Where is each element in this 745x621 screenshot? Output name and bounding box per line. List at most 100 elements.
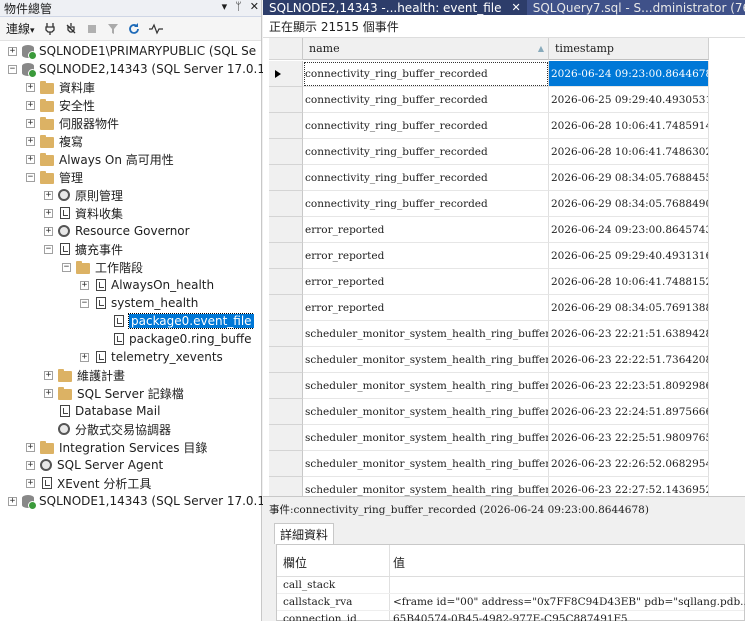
tree-node[interactable]: + 伺服器物件 xyxy=(26,114,119,132)
expand-icon[interactable]: + xyxy=(8,496,17,506)
cell-timestamp[interactable]: 2026-06-23 22:22:51.7364208 xyxy=(549,347,709,373)
row-header[interactable] xyxy=(269,87,303,113)
column-header-name[interactable]: name ▲ xyxy=(303,38,549,60)
field-column-header[interactable]: 欄位 xyxy=(283,554,307,571)
tree-node[interactable]: + 安全性 xyxy=(26,96,95,114)
expand-icon[interactable]: + xyxy=(44,370,53,380)
row-header[interactable] xyxy=(269,373,303,399)
cell-name[interactable]: connectivity_ring_buffer_recorded xyxy=(303,165,549,191)
row-header[interactable] xyxy=(269,425,303,451)
tree-node[interactable]: + SQL Server Agent xyxy=(26,456,163,474)
expand-icon[interactable]: + xyxy=(26,442,35,452)
cell-name[interactable]: error_reported xyxy=(303,217,549,243)
expand-icon[interactable]: + xyxy=(26,460,35,470)
expand-icon[interactable]: + xyxy=(80,352,89,362)
tab-details[interactable]: 詳細資料 xyxy=(274,523,335,544)
cell-name[interactable]: error_reported xyxy=(303,243,549,269)
tree-node[interactable]: Database Mail xyxy=(44,402,160,420)
tree-node[interactable]: + SQL Server 記錄檔 xyxy=(44,384,184,402)
cell-name[interactable]: scheduler_monitor_system_health_ring_buf… xyxy=(303,477,549,496)
expand-icon[interactable]: + xyxy=(44,208,53,218)
cell-timestamp[interactable]: 2026-06-23 22:25:51.9809765 xyxy=(549,425,709,451)
cell-name[interactable]: error_reported xyxy=(303,295,549,321)
cell-name[interactable]: connectivity_ring_buffer_recorded xyxy=(303,61,549,87)
collapse-icon[interactable]: − xyxy=(80,298,89,308)
detail-row[interactable]: callstack_rva <frame id="00" address="0x7… xyxy=(277,594,745,611)
tree-node[interactable]: + 原則管理 xyxy=(44,186,123,204)
cell-timestamp[interactable]: 2026-06-24 09:23:00.8644678 xyxy=(549,61,709,87)
cell-name[interactable]: scheduler_monitor_system_health_ring_buf… xyxy=(303,321,549,347)
cell-timestamp[interactable]: 2026-06-25 09:29:40.4930531 xyxy=(549,87,709,113)
tree-node[interactable]: + 維護計畫 xyxy=(44,366,125,384)
tree-node[interactable]: + 複寫 xyxy=(26,132,83,150)
expand-icon[interactable]: + xyxy=(44,226,53,236)
expand-icon[interactable]: + xyxy=(8,46,17,56)
cell-name[interactable]: connectivity_ring_buffer_recorded xyxy=(303,113,549,139)
tree-node[interactable]: + Always On 高可用性 xyxy=(26,150,174,168)
tree-node[interactable]: − 工作階段 xyxy=(62,258,143,276)
expand-icon[interactable]: + xyxy=(80,280,89,290)
tab-sqlquery7[interactable]: SQLQuery7.sql - S...dministrator (76))* xyxy=(526,0,745,15)
cell-timestamp[interactable]: 2026-06-23 22:23:51.8092986 xyxy=(549,373,709,399)
cell-timestamp[interactable]: 2026-06-24 09:23:00.8645743 xyxy=(549,217,709,243)
tree-node[interactable]: + SQLNODE1\PRIMARYPUBLIC (SQL Se xyxy=(8,42,256,60)
detail-row[interactable]: connection_id 65B40574-0B45-4982-977E-C95… xyxy=(277,611,744,621)
row-header[interactable] xyxy=(269,321,303,347)
row-header[interactable] xyxy=(269,477,303,496)
filter-icon[interactable] xyxy=(107,23,119,35)
tree-node[interactable]: + telemetry_xevents xyxy=(80,348,223,366)
tree-node[interactable]: 分散式交易協調器 xyxy=(44,420,171,438)
cell-timestamp[interactable]: 2026-06-23 22:27:52.1436952 xyxy=(549,477,709,496)
row-header[interactable] xyxy=(269,295,303,321)
cell-name[interactable]: scheduler_monitor_system_health_ring_buf… xyxy=(303,425,549,451)
expand-icon[interactable]: + xyxy=(26,82,35,92)
tree-node[interactable]: + SQLNODE1,14343 (SQL Server 17.0.1( xyxy=(8,492,270,510)
cell-timestamp[interactable]: 2026-06-29 08:34:05.7688490 xyxy=(549,191,709,217)
cell-timestamp[interactable]: 2026-06-23 22:21:51.6389428 xyxy=(549,321,709,347)
row-header[interactable] xyxy=(269,347,303,373)
row-header[interactable] xyxy=(269,217,303,243)
cell-name[interactable]: scheduler_monitor_system_health_ring_buf… xyxy=(303,347,549,373)
cell-name[interactable]: scheduler_monitor_system_health_ring_buf… xyxy=(303,451,549,477)
stop-icon[interactable] xyxy=(86,23,98,35)
connect-button[interactable]: 連線▾ xyxy=(6,20,35,37)
close-icon[interactable]: ✕ xyxy=(512,1,521,14)
tree-node[interactable]: package0.event_file xyxy=(98,312,254,330)
cell-timestamp[interactable]: 2026-06-25 09:29:40.4931316 xyxy=(549,243,709,269)
detail-row[interactable]: call_stack xyxy=(277,577,744,594)
collapse-icon[interactable]: − xyxy=(26,172,35,182)
cell-timestamp[interactable]: 2026-06-23 22:24:51.8975666 xyxy=(549,399,709,425)
expand-icon[interactable]: + xyxy=(26,478,35,488)
cell-name[interactable]: connectivity_ring_buffer_recorded xyxy=(303,139,549,165)
dropdown-icon[interactable]: ▾ xyxy=(222,0,228,13)
expand-icon[interactable]: + xyxy=(44,388,53,398)
column-header-timestamp[interactable]: timestamp xyxy=(549,38,709,60)
row-header-column[interactable] xyxy=(269,38,303,60)
cell-timestamp[interactable]: 2026-06-28 10:06:41.7486302 xyxy=(549,139,709,165)
expand-icon[interactable]: + xyxy=(26,136,35,146)
tree-node[interactable]: package0.ring_buffe xyxy=(98,330,251,348)
cell-timestamp[interactable]: 2026-06-29 08:34:05.7688455 xyxy=(549,165,709,191)
collapse-icon[interactable]: − xyxy=(62,262,71,272)
row-header[interactable] xyxy=(269,269,303,295)
collapse-icon[interactable]: − xyxy=(8,64,17,74)
cell-name[interactable]: error_reported xyxy=(303,269,549,295)
connect-plug-icon[interactable] xyxy=(44,22,56,35)
tree-node[interactable]: + AlwaysOn_health xyxy=(80,276,214,294)
tree-node[interactable]: − 管理 xyxy=(26,168,83,186)
cell-timestamp[interactable]: 2026-06-23 22:26:52.0682954 xyxy=(549,451,709,477)
tree-node[interactable]: − SQLNODE2,14343 (SQL Server 17.0.1 xyxy=(8,60,265,78)
tree-node[interactable]: + XEvent 分析工具 xyxy=(26,474,151,492)
value-column-header[interactable]: 值 xyxy=(393,554,405,571)
row-header[interactable] xyxy=(269,399,303,425)
tree-node[interactable]: + Resource Governor xyxy=(44,222,190,240)
disconnect-icon[interactable] xyxy=(65,22,77,35)
pin-icon[interactable]: ᛘ xyxy=(235,0,242,13)
row-header[interactable] xyxy=(269,139,303,165)
event-grid[interactable]: name ▲ timestamp connectivity_ring_buffe… xyxy=(263,38,745,496)
cell-name[interactable]: scheduler_monitor_system_health_ring_buf… xyxy=(303,373,549,399)
expand-icon[interactable]: + xyxy=(26,100,35,110)
cell-timestamp[interactable]: 2026-06-28 10:06:41.7488152 xyxy=(549,269,709,295)
tree-node[interactable]: − system_health xyxy=(80,294,198,312)
expand-icon[interactable]: + xyxy=(26,118,35,128)
